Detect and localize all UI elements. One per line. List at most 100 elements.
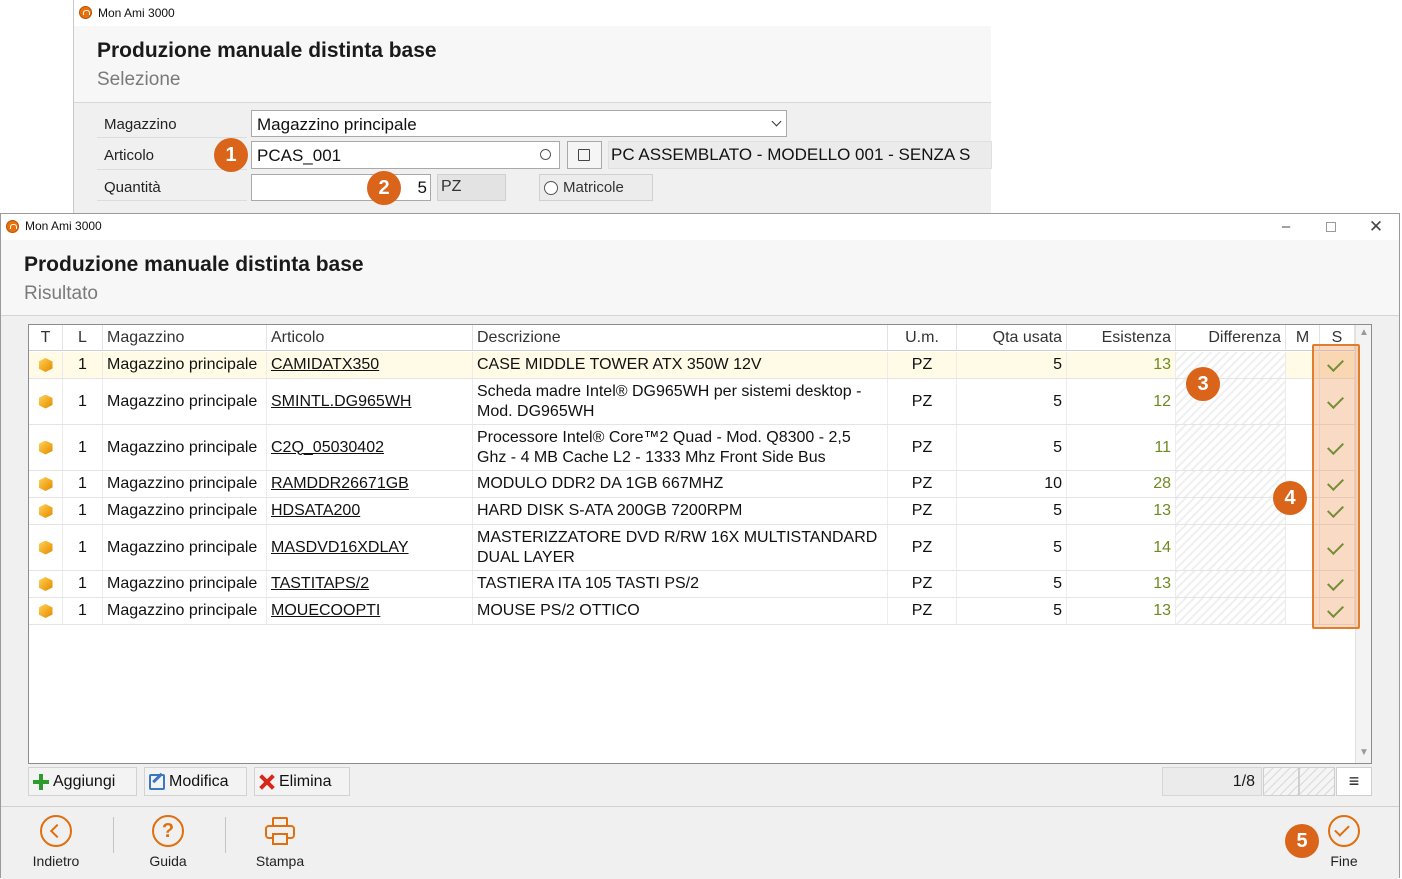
close-button[interactable]: ✕ <box>1366 218 1386 236</box>
col-header-l[interactable]: L <box>63 325 103 351</box>
search-icon[interactable] <box>540 149 551 160</box>
article-link[interactable]: MASDVD16XDLAY <box>271 539 409 557</box>
item-cube-icon <box>39 477 53 491</box>
s-cell <box>1320 498 1355 524</box>
l-cell: 1 <box>63 525 103 570</box>
window-title: Mon Ami 3000 <box>98 6 175 20</box>
pager-prev[interactable] <box>1263 767 1299 796</box>
l-cell: 1 <box>63 352 103 378</box>
article-link[interactable]: HDSATA200 <box>271 502 360 520</box>
l-cell: 1 <box>63 471 103 497</box>
col-header-differenza[interactable]: Differenza <box>1176 325 1286 351</box>
delete-button[interactable]: Elimina <box>254 767 350 796</box>
article-link[interactable]: SMINTL.DG965WH <box>271 393 411 411</box>
item-cube-icon <box>39 504 53 518</box>
table-row[interactable]: 1 Magazzino principale MASDVD16XDLAY MASTER… <box>29 525 1355 571</box>
magazzino-cell: Magazzino principale <box>103 498 267 524</box>
pager-next[interactable] <box>1299 767 1335 796</box>
qta-cell: 5 <box>957 379 1067 424</box>
vertical-scrollbar[interactable]: ▲ ▼ <box>1355 325 1371 763</box>
table-row[interactable]: 1 Magazzino principale MOUECOOPTI MOUSE PS/… <box>29 598 1355 625</box>
m-cell <box>1286 571 1320 597</box>
components-table[interactable]: T L Magazzino Articolo Descrizione U.m. … <box>28 324 1372 764</box>
page-subtitle: Selezione <box>97 69 181 90</box>
col-header-articolo[interactable]: Articolo <box>267 325 473 351</box>
col-header-s[interactable]: S <box>1320 325 1355 351</box>
edit-article-button[interactable] <box>567 141 602 169</box>
article-link[interactable]: MOUECOOPTI <box>271 602 380 620</box>
scroll-down-icon[interactable]: ▼ <box>1356 745 1371 761</box>
page-title: Produzione manuale distinta base <box>97 39 437 62</box>
articolo-cell: MASDVD16XDLAY <box>267 525 473 570</box>
differenza-cell <box>1176 425 1286 470</box>
table-row[interactable]: 1 Magazzino principale HDSATA200 HARD DISK … <box>29 498 1355 525</box>
col-header-magazzino[interactable]: Magazzino <box>103 325 267 351</box>
descrizione-cell: HARD DISK S-ATA 200GB 7200RPM <box>473 498 888 524</box>
l-cell: 1 <box>63 425 103 470</box>
table-row[interactable]: 1 Magazzino principale TASTITAPS/2 TASTIERA… <box>29 571 1355 598</box>
table-row[interactable]: 1 Magazzino principale CAMIDATX350 CASE MID… <box>29 352 1355 379</box>
col-header-um[interactable]: U.m. <box>888 325 957 351</box>
printer-icon <box>264 815 296 847</box>
magazzino-cell: Magazzino principale <box>103 571 267 597</box>
matricole-option[interactable]: Matricole <box>539 174 653 201</box>
delete-x-icon <box>259 774 275 790</box>
esistenza-cell: 13 <box>1067 571 1176 597</box>
checkmark-icon <box>1328 396 1346 408</box>
type-cell <box>29 425 63 470</box>
esistenza-cell: 11 <box>1067 425 1176 470</box>
checkmark-icon <box>1328 605 1346 617</box>
um-cell: PZ <box>888 379 957 424</box>
col-header-qta[interactable]: Qta usata <box>957 325 1067 351</box>
help-button[interactable]: ? Guida <box>128 815 208 869</box>
grid-menu-button[interactable]: ≡ <box>1336 767 1372 796</box>
table-row[interactable]: 1 Magazzino principale RAMDDR26671GB MODULO… <box>29 471 1355 498</box>
magazzino-value: Magazzino principale <box>257 115 417 134</box>
type-cell <box>29 525 63 570</box>
articolo-input[interactable]: PCAS_001 <box>251 141 560 169</box>
article-link[interactable]: RAMDDR26671GB <box>271 475 409 493</box>
descrizione-cell: MOUSE PS/2 OTTICO <box>473 598 888 624</box>
chevron-left-icon <box>40 815 72 847</box>
s-cell <box>1320 352 1355 378</box>
magazzino-cell: Magazzino principale <box>103 425 267 470</box>
quantita-input[interactable]: 5 <box>251 174 431 201</box>
differenza-cell <box>1176 471 1286 497</box>
differenza-cell <box>1176 598 1286 624</box>
qta-cell: 5 <box>957 498 1067 524</box>
qta-cell: 5 <box>957 571 1067 597</box>
maximize-button[interactable] <box>1321 218 1341 236</box>
table-row[interactable]: 1 Magazzino principale C2Q_05030402 Process… <box>29 425 1355 471</box>
plus-icon <box>33 773 49 790</box>
l-cell: 1 <box>63 379 103 424</box>
col-header-t[interactable]: T <box>29 325 63 351</box>
app-icon <box>6 220 19 233</box>
col-header-esistenza[interactable]: Esistenza <box>1067 325 1176 351</box>
article-link[interactable]: CAMIDATX350 <box>271 356 379 374</box>
edit-button[interactable]: Modifica <box>144 767 247 796</box>
qta-cell: 5 <box>957 525 1067 570</box>
back-button[interactable]: Indietro <box>16 815 96 869</box>
l-cell: 1 <box>63 498 103 524</box>
quantita-value: 5 <box>417 178 427 197</box>
articolo-cell: HDSATA200 <box>267 498 473 524</box>
article-link[interactable]: C2Q_05030402 <box>271 439 384 457</box>
m-cell <box>1286 352 1320 378</box>
header: Produzione manuale distinta base Selezio… <box>74 26 991 103</box>
um-cell: PZ <box>888 571 957 597</box>
magazzino-select[interactable]: Magazzino principale <box>251 110 787 137</box>
articolo-cell: RAMDDR26671GB <box>267 471 473 497</box>
col-header-m[interactable]: M <box>1286 325 1320 351</box>
print-button[interactable]: Stampa <box>240 815 320 869</box>
scroll-up-icon[interactable]: ▲ <box>1356 325 1371 341</box>
differenza-cell <box>1176 571 1286 597</box>
article-link[interactable]: TASTITAPS/2 <box>271 575 369 593</box>
minimize-button[interactable]: – <box>1276 218 1296 236</box>
m-cell <box>1286 379 1320 424</box>
m-cell <box>1286 425 1320 470</box>
col-header-descrizione[interactable]: Descrizione <box>473 325 888 351</box>
table-row[interactable]: 1 Magazzino principale SMINTL.DG965WH Sched… <box>29 379 1355 425</box>
um-cell: PZ <box>888 471 957 497</box>
add-button[interactable]: Aggiungi <box>28 767 137 796</box>
descrizione-cell: TASTIERA ITA 105 TASTI PS/2 <box>473 571 888 597</box>
